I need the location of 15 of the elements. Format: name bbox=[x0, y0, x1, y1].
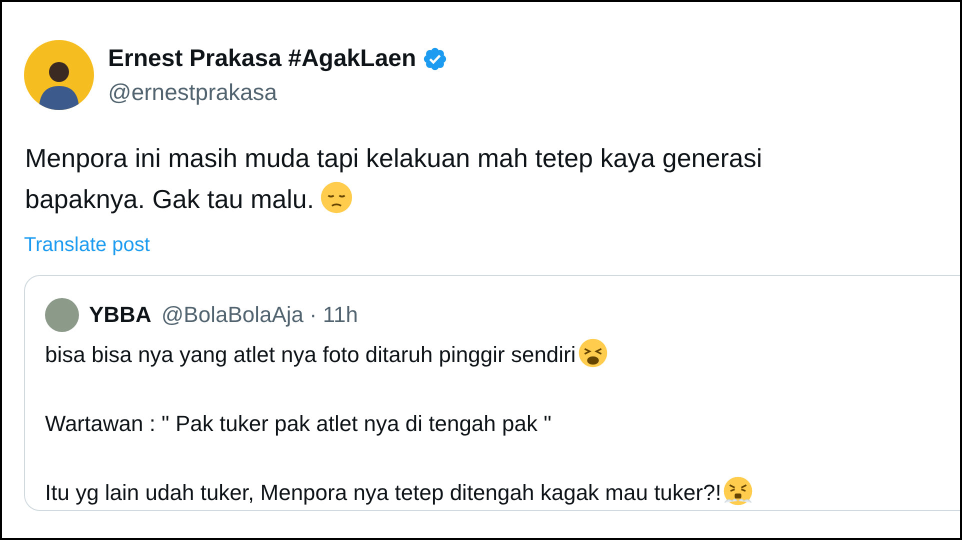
separator-dot: · bbox=[310, 302, 317, 328]
author-handle[interactable]: @ernestprakasa bbox=[108, 78, 448, 106]
quoted-author-name: YBBA bbox=[89, 302, 152, 328]
post-text-line: Menpora ini masih muda tapi kelakuan mah tetep kaya generasi bbox=[25, 143, 762, 173]
post-time: 11h bbox=[322, 302, 358, 328]
quoted-post-text: Wartawan : " Pak tuker pak atlet nya di tengah pak " bbox=[45, 411, 552, 436]
author-name[interactable]: Ernest Prakasa #AgakLaen bbox=[108, 44, 416, 72]
angry-face-icon bbox=[723, 476, 754, 506]
pensive-face-icon bbox=[320, 181, 354, 214]
quoted-author-handle: @BolaBolaAja bbox=[161, 302, 304, 328]
quoted-post-text: Itu yg lain udah tuker, Menpora nya tetep ditengah kagak mau tuker?! bbox=[45, 480, 722, 505]
quoted-post-text: bisa bisa nya yang atlet nya foto ditaruh pinggir sendiri bbox=[45, 342, 576, 367]
post-text-line: bapaknya. Gak tau malu. bbox=[25, 184, 314, 214]
quoted-post-card[interactable] bbox=[24, 275, 960, 511]
weary-face-icon bbox=[578, 338, 608, 368]
